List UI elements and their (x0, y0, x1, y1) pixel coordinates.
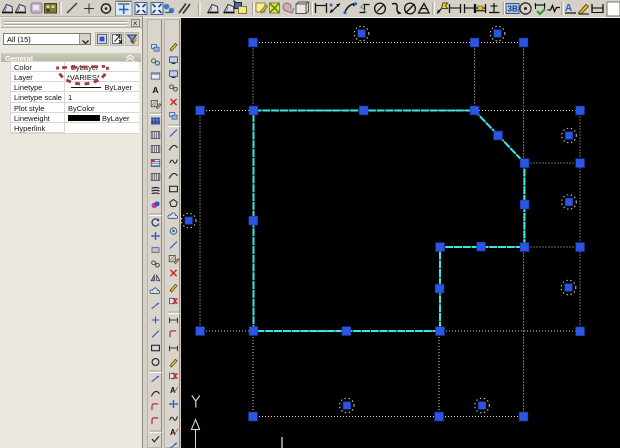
svg-text:A: A (152, 85, 158, 95)
svg-text:3B: 3B (508, 5, 518, 14)
svg-text:A: A (565, 3, 572, 14)
